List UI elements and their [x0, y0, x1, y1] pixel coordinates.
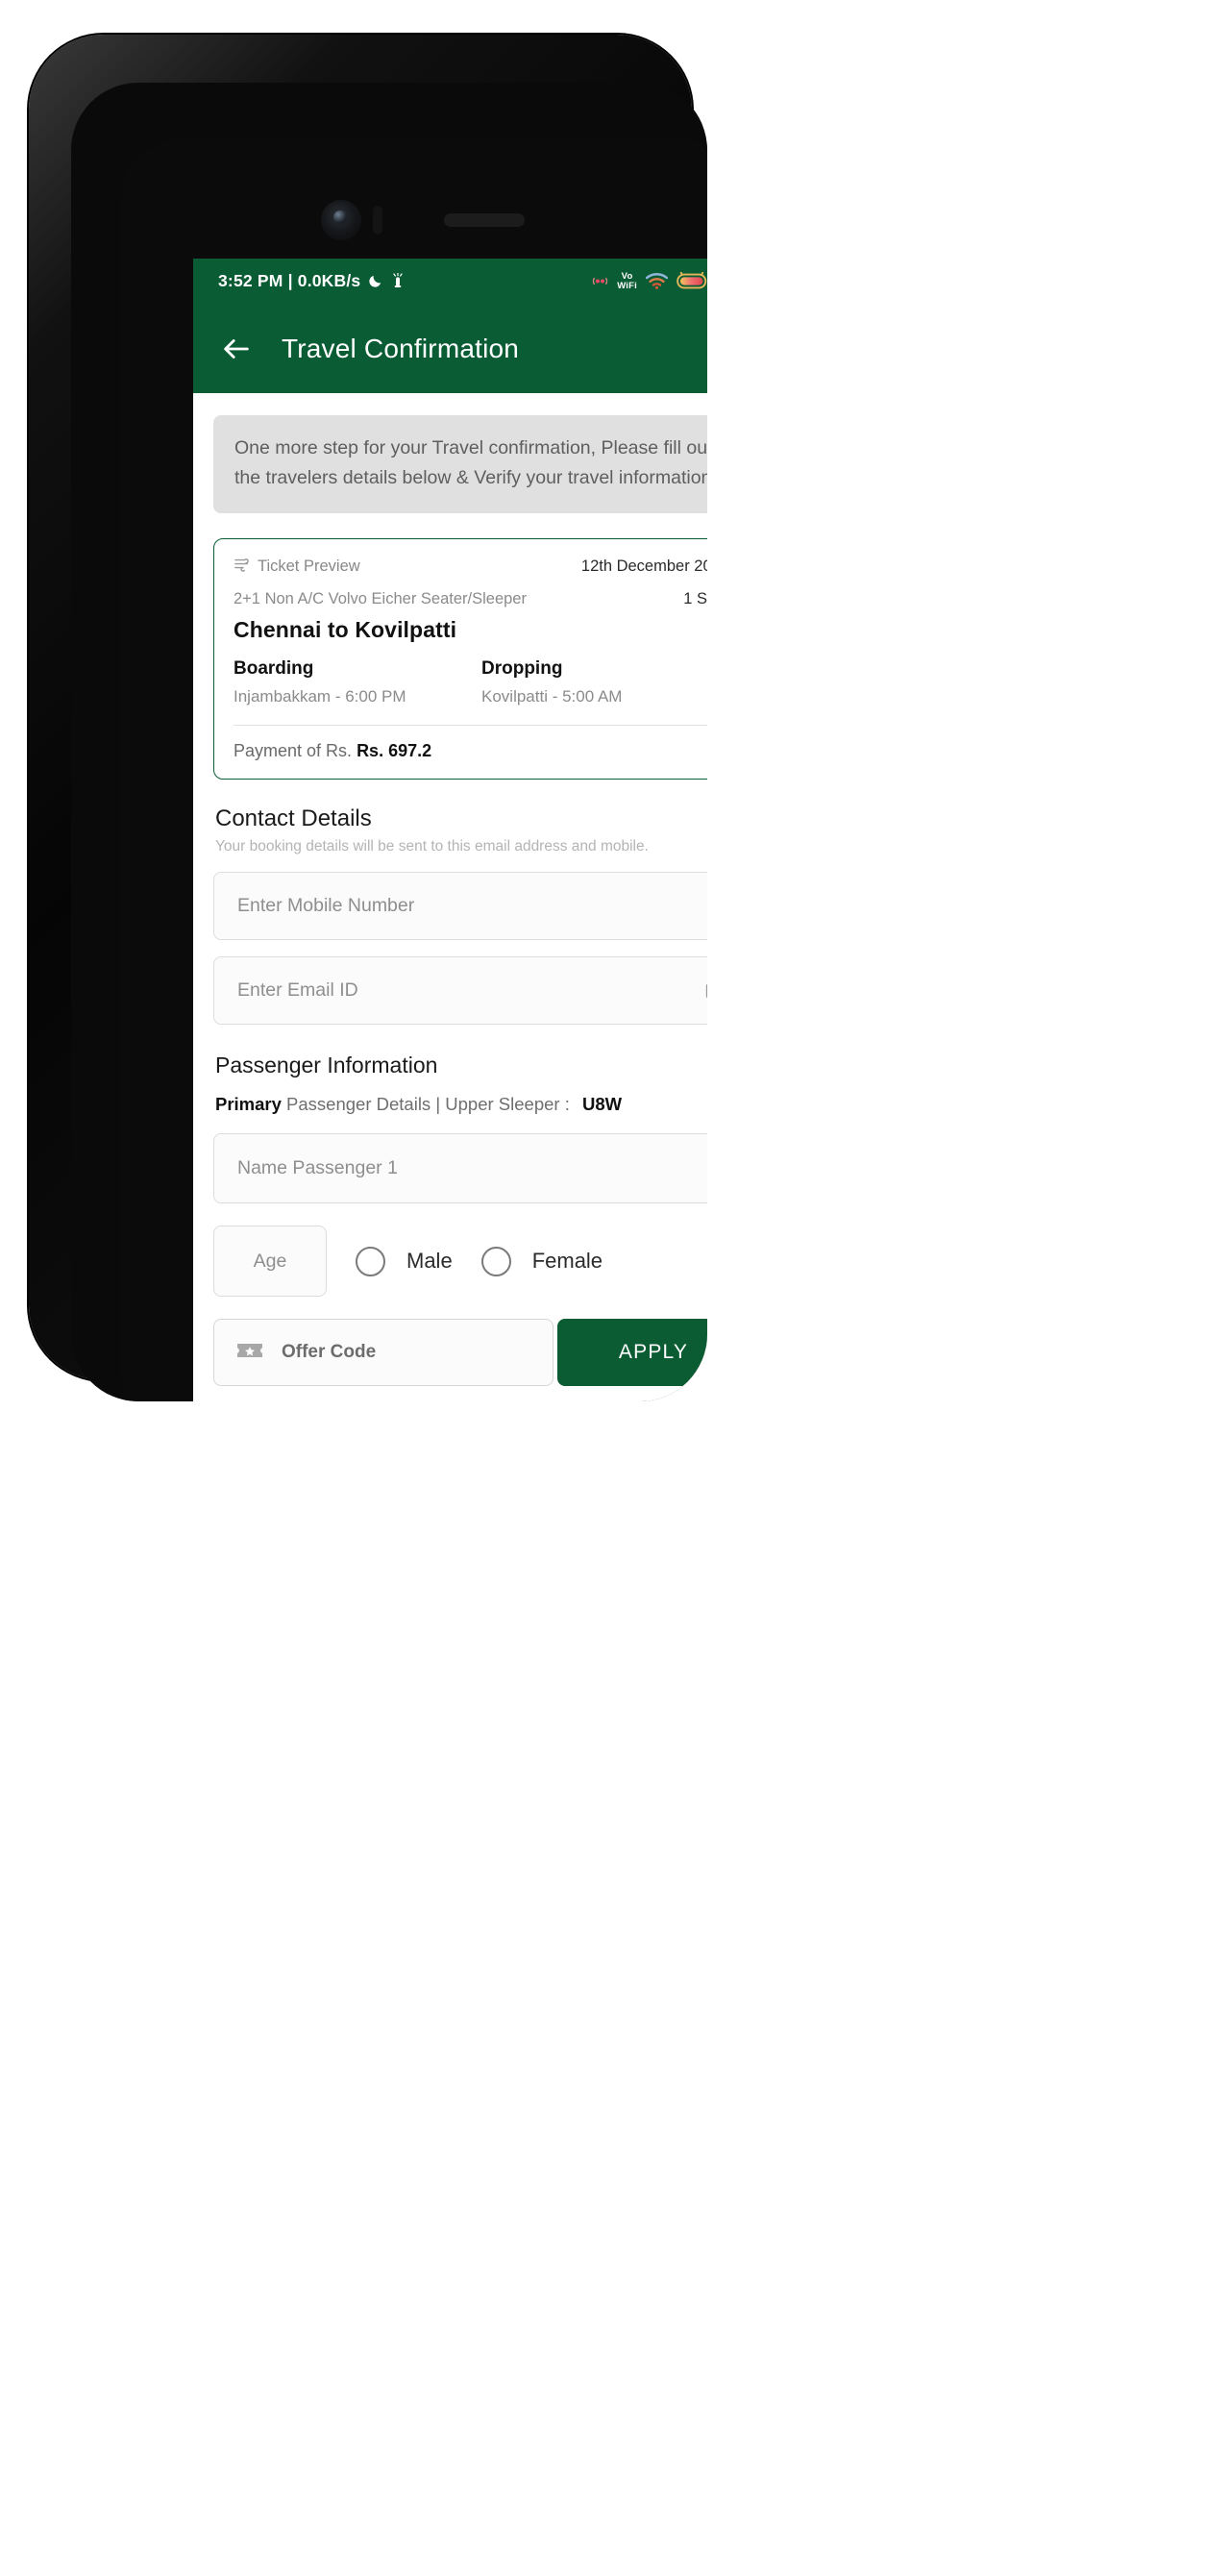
- volte-line-2: WiFi: [617, 280, 637, 291]
- age-placeholder: Age: [253, 1250, 287, 1272]
- status-bar-right: Vo WiFi: [592, 272, 707, 291]
- route-label: Chennai to Kovilpatti: [234, 617, 457, 642]
- dropping-column: Dropping Kovilpatti - 5:00 AM: [481, 658, 707, 706]
- wifi-icon: [645, 273, 668, 289]
- info-banner: One more step for your Travel confirmati…: [213, 415, 707, 513]
- page-content: One more step for your Travel confirmati…: [193, 393, 707, 1401]
- envelope-icon: [704, 978, 707, 1003]
- age-input[interactable]: Age: [213, 1226, 327, 1297]
- signal-icon: [592, 275, 608, 287]
- ticket-header-row: Ticket Preview 12th December 2023: [234, 557, 707, 577]
- primary-passenger-line: Primary Passenger Details | Upper Sleepe…: [193, 1078, 707, 1115]
- gender-radio-male[interactable]: [356, 1246, 385, 1276]
- gender-label-male: Male: [406, 1249, 453, 1273]
- earpiece-speaker-icon: [444, 213, 525, 227]
- contact-details-title: Contact Details: [215, 805, 372, 831]
- phone-bezel: 3:52 PM | 0.0KB/s Vo WiFi Travel Confirm…: [71, 83, 707, 1401]
- dropping-label: Dropping: [481, 658, 563, 679]
- dropping-value: Kovilpatti - 5:00 AM: [481, 687, 623, 706]
- apply-offer-button[interactable]: APPLY: [557, 1319, 707, 1386]
- bus-seat-icon: [234, 557, 251, 577]
- passenger-name-placeholder: Name Passenger 1: [237, 1157, 398, 1178]
- mobile-number-field[interactable]: Enter Mobile Number: [213, 872, 707, 940]
- front-camera-icon: [321, 200, 361, 240]
- seat-code-label: U8W: [581, 1094, 623, 1114]
- app-bar: Travel Confirmation: [193, 304, 707, 393]
- boarding-dropping-grid: Boarding Injambakkam - 6:00 PM Dropping …: [234, 643, 707, 706]
- age-gender-row: Age Male Female: [213, 1226, 707, 1297]
- phone-device-frame: 3:52 PM | 0.0KB/s Vo WiFi Travel Confirm…: [29, 35, 707, 1401]
- offer-code-input[interactable]: Offer Code: [213, 1319, 554, 1386]
- passenger-information-title: Passenger Information: [215, 1053, 438, 1077]
- primary-label: Primary: [215, 1094, 282, 1114]
- boarding-value: Injambakkam - 6:00 PM: [234, 687, 406, 706]
- page-title: Travel Confirmation: [282, 333, 520, 363]
- alarm-icon: [390, 272, 406, 290]
- phone-display: 3:52 PM | 0.0KB/s Vo WiFi Travel Confirm…: [121, 138, 707, 1401]
- ticket-preview-card: Ticket Preview 12th December 2023 2+1 No…: [213, 538, 707, 780]
- bus-type-label: 2+1 Non A/C Volvo Eicher Seater/Sleeper: [234, 590, 527, 607]
- passenger-name-input[interactable]: Name Passenger 1: [213, 1133, 707, 1203]
- status-bar-left: 3:52 PM | 0.0KB/s: [218, 271, 406, 291]
- ticket-preview-label: Ticket Preview: [258, 557, 360, 575]
- primary-detail-label: Passenger Details | Upper Sleeper :: [286, 1094, 570, 1114]
- payment-row: Payment of Rs. Rs. 697.2: [234, 726, 707, 779]
- boarding-label: Boarding: [234, 658, 314, 679]
- ticket-star-icon: [235, 1339, 264, 1367]
- status-bar: 3:52 PM | 0.0KB/s Vo WiFi: [193, 259, 707, 304]
- offer-code-row: Offer Code APPLY: [213, 1319, 707, 1386]
- mobile-phone-icon: [704, 894, 707, 919]
- payment-prefix: Payment of Rs.: [234, 741, 353, 760]
- travel-date: 12th December 2023: [580, 557, 707, 575]
- email-field[interactable]: Enter Email ID: [213, 956, 707, 1025]
- seat-count-label: 1 Seat: [683, 590, 707, 607]
- offer-code-placeholder: Offer Code: [282, 1342, 377, 1362]
- ticket-preview-label-group: Ticket Preview: [234, 557, 360, 577]
- gender-radio-female[interactable]: [480, 1246, 511, 1276]
- screenshot-stage: 3:52 PM | 0.0KB/s Vo WiFi Travel Confirm…: [0, 0, 1230, 2576]
- email-placeholder: Enter Email ID: [237, 979, 358, 1001]
- gender-label-female: Female: [531, 1249, 603, 1273]
- back-arrow-icon[interactable]: [220, 333, 253, 365]
- bus-type-row: 2+1 Non A/C Volvo Eicher Seater/Sleeper …: [234, 577, 707, 608]
- proximity-sensor-icon: [373, 206, 382, 235]
- boarding-column: Boarding Injambakkam - 6:00 PM: [234, 658, 481, 706]
- volte-wifi-icon: Vo WiFi: [617, 272, 637, 290]
- mobile-number-placeholder: Enter Mobile Number: [237, 895, 415, 916]
- contact-details-subtitle: Your booking details will be sent to thi…: [215, 838, 649, 855]
- payment-amount: Rs. 697.2: [357, 741, 432, 760]
- app-screen: 3:52 PM | 0.0KB/s Vo WiFi Travel Confirm…: [193, 259, 707, 1401]
- battery-icon: [676, 272, 707, 290]
- crescent-moon-icon: [367, 273, 383, 289]
- status-time-network: 3:52 PM | 0.0KB/s: [218, 271, 361, 290]
